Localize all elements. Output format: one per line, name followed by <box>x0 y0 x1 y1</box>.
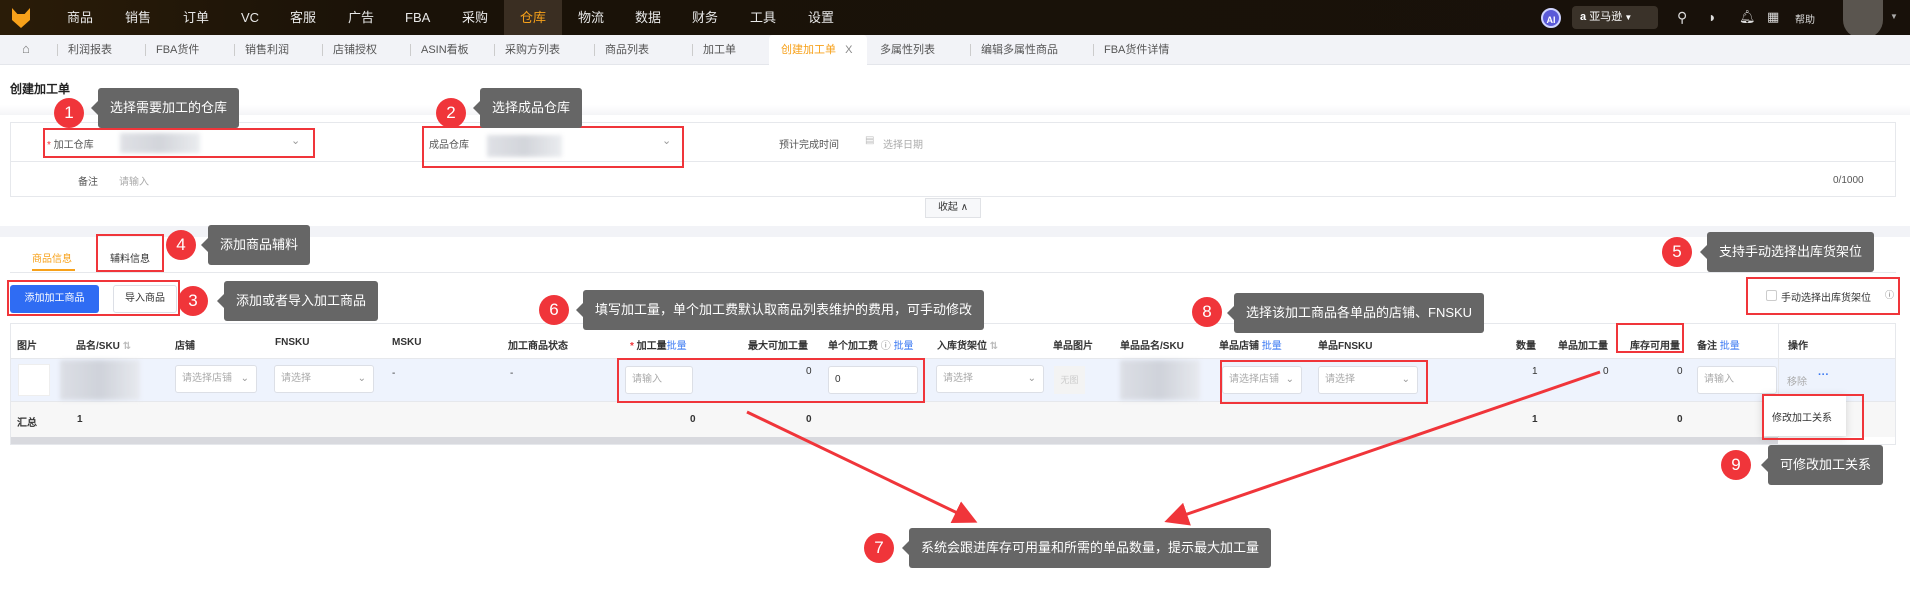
step-badge: 8 <box>1192 297 1222 327</box>
step-badge: 9 <box>1721 450 1751 480</box>
step-badge: 5 <box>1662 237 1692 267</box>
annotation-tooltip: 系统会跟进库存可用量和所需的单品数量，提示最大加工量 <box>901 528 1272 568</box>
step-badge: 4 <box>166 230 196 260</box>
annotation-tooltip: 选择该加工商品各单品的店铺、FNSKU <box>1226 293 1485 333</box>
arrow <box>746 410 978 524</box>
step-badge: 3 <box>178 286 208 316</box>
step-badge: 1 <box>54 98 84 128</box>
annotation-tooltip: 可修改加工关系 <box>1760 445 1884 485</box>
annotation-tooltip: 选择成品仓库 <box>472 88 583 128</box>
annotation-tooltip: 添加商品辅料 <box>200 225 311 265</box>
step-badge: 2 <box>436 98 466 128</box>
annotation-tooltip: 选择需要加工的仓库 <box>90 88 240 128</box>
step-badge: 6 <box>539 295 569 325</box>
annotation-tooltip: 支持手动选择出库货架位 <box>1699 232 1875 272</box>
annotation-tooltip: 填写加工量，单个加工费默认取商品列表维护的费用，可手动修改 <box>575 290 985 330</box>
annotation-tooltip: 添加或者导入加工商品 <box>216 281 379 321</box>
arrow <box>1164 370 1601 526</box>
step-badge: 7 <box>864 533 894 563</box>
